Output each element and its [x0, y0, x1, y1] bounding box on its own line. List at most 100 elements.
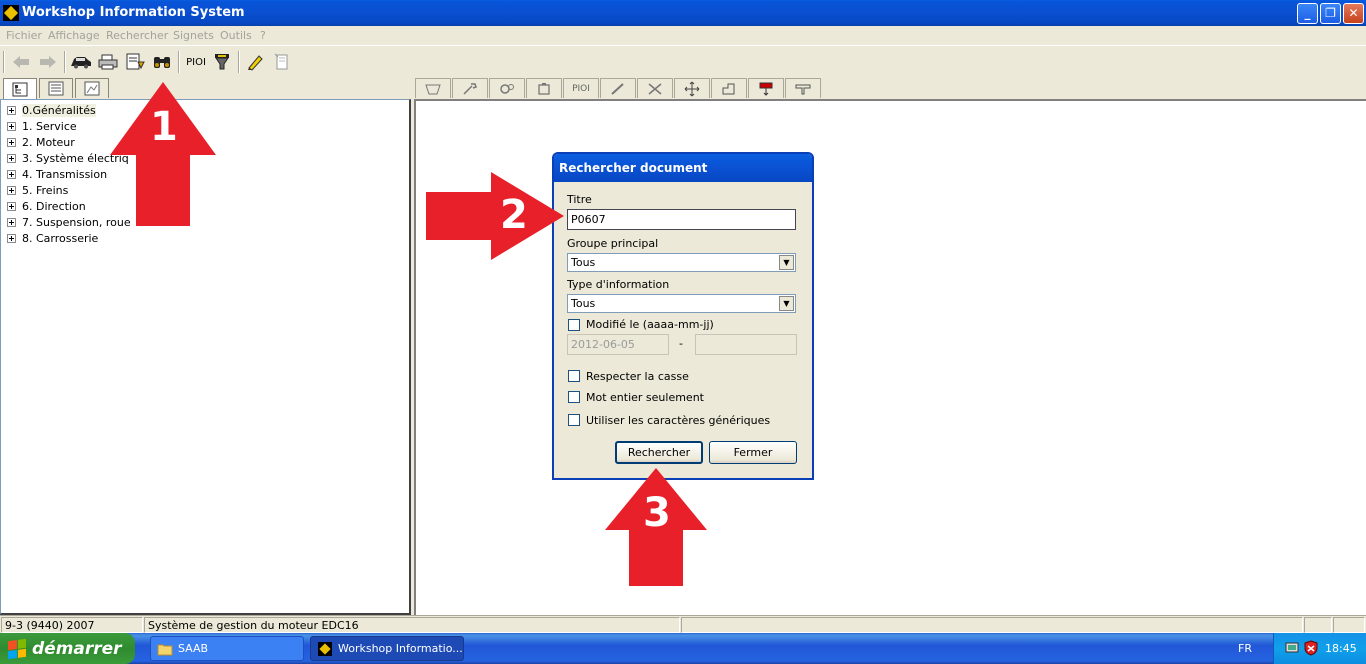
menu-signets[interactable]: Signets: [173, 29, 214, 42]
toolbar: PIOI: [0, 45, 1366, 77]
document-download-icon[interactable]: [124, 52, 146, 72]
annotation-number-3: 3: [643, 490, 671, 536]
expand-icon[interactable]: [7, 185, 16, 195]
tree-item-label: 1. Service: [22, 119, 77, 133]
expand-icon[interactable]: [7, 105, 16, 115]
pencil-icon[interactable]: [244, 52, 266, 72]
groupe-select[interactable]: Tous ▼: [567, 253, 796, 272]
annotation-arrow-up-1: [110, 82, 216, 226]
maximize-button[interactable]: ❐: [1320, 3, 1341, 24]
tree-item-label: 5. Freins: [22, 183, 69, 197]
type-label: Type d'information: [567, 278, 670, 291]
minimize-button[interactable]: _: [1297, 3, 1318, 24]
diagnostic-icon[interactable]: [748, 78, 784, 98]
status-cell-empty: [1333, 617, 1365, 633]
modifie-checkbox[interactable]: [568, 319, 580, 331]
expand-icon[interactable]: [7, 153, 16, 163]
dialog-title: Rechercher document: [554, 154, 812, 182]
menu-affichage[interactable]: Affichage: [48, 29, 100, 42]
annotation-number-2: 2: [500, 192, 528, 238]
image-view-icon: [84, 81, 100, 96]
expand-icon[interactable]: [7, 201, 16, 211]
close-button[interactable]: ✕: [1343, 3, 1364, 24]
binoculars-search-icon[interactable]: [151, 52, 173, 72]
tree-item-service[interactable]: 1. Service: [7, 118, 77, 134]
toolbar-separator: [178, 51, 180, 73]
print-icon[interactable]: [97, 52, 119, 72]
car-icon[interactable]: [70, 52, 92, 72]
tree-item-generalites[interactable]: 0.Généralités: [7, 102, 96, 118]
system-tray: 18:45: [1273, 633, 1366, 664]
clamp-icon[interactable]: [785, 78, 821, 98]
titre-label: Titre: [567, 193, 592, 206]
hand-icon[interactable]: [711, 78, 747, 98]
groupe-value: Tous: [571, 256, 596, 269]
expand-icon[interactable]: [7, 233, 16, 243]
status-cell-empty: [681, 617, 1303, 633]
tree-item-carrosserie[interactable]: 8. Carrosserie: [7, 230, 98, 246]
adjust-icon[interactable]: [637, 78, 673, 98]
tree-item-transmission[interactable]: 4. Transmission: [7, 166, 107, 182]
tree-item-freins[interactable]: 5. Freins: [7, 182, 68, 198]
app-icon: [3, 5, 19, 21]
status-system: Système de gestion du moteur EDC16: [144, 617, 680, 633]
list-view-icon: [48, 81, 64, 96]
menu-fichier[interactable]: Fichier: [6, 29, 42, 42]
dropdown-arrow-icon[interactable]: ▼: [779, 296, 794, 311]
back-arrow-icon[interactable]: [10, 52, 32, 72]
clock: 18:45: [1325, 642, 1357, 655]
menu-outils[interactable]: Outils: [220, 29, 252, 42]
tree-item-label: 4. Transmission: [22, 167, 108, 181]
fermer-button[interactable]: Fermer: [709, 441, 797, 464]
menu-help[interactable]: ?: [260, 29, 266, 42]
menu-rechercher[interactable]: Rechercher: [106, 29, 168, 42]
status-vehicle: 9-3 (9440) 2007: [1, 617, 143, 633]
security-shield-icon[interactable]: [1303, 640, 1319, 656]
forward-arrow-icon[interactable]: [37, 52, 59, 72]
tree-item-moteur[interactable]: 2. Moteur: [7, 134, 75, 150]
dropdown-arrow-icon[interactable]: ▼: [779, 255, 794, 270]
language-indicator[interactable]: FR: [1238, 642, 1252, 655]
document-edit-icon[interactable]: [271, 52, 293, 72]
network-icon[interactable]: [1284, 640, 1300, 656]
type-select[interactable]: Tous ▼: [567, 294, 796, 313]
toolbar-separator: [64, 51, 66, 73]
date-to-input[interactable]: [695, 334, 797, 355]
status-cell-empty: [1304, 617, 1332, 633]
generiques-checkbox[interactable]: [568, 414, 580, 426]
window-title: Workshop Information System: [22, 5, 245, 20]
pioi-button[interactable]: PIOI: [184, 52, 208, 72]
tree-item-label: 2. Moteur: [22, 135, 75, 149]
pioi-tab[interactable]: PIOI: [563, 78, 599, 98]
expand-icon[interactable]: [7, 217, 16, 227]
search-dialog: Rechercher document Titre P0607 Groupe p…: [552, 152, 814, 480]
titre-input[interactable]: P0607: [567, 209, 796, 230]
mot-entier-checkbox[interactable]: [568, 391, 580, 403]
date-from-input[interactable]: 2012-06-05: [567, 334, 669, 355]
filter-icon[interactable]: [211, 52, 233, 72]
tab-image-view[interactable]: [75, 78, 109, 98]
tools-icon[interactable]: [600, 78, 636, 98]
start-button[interactable]: démarrer: [0, 633, 135, 664]
tree-item-direction[interactable]: 6. Direction: [7, 198, 86, 214]
expand-icon[interactable]: [7, 137, 16, 147]
rechercher-button[interactable]: Rechercher: [615, 441, 703, 464]
task-saab[interactable]: SAAB: [150, 636, 304, 661]
expand-icon[interactable]: [7, 121, 16, 131]
respecter-checkbox[interactable]: [568, 370, 580, 382]
type-value: Tous: [571, 297, 596, 310]
wrench-icon[interactable]: [452, 78, 488, 98]
folder-icon: [157, 644, 173, 655]
status-bar: 9-3 (9440) 2007 Système de gestion du mo…: [0, 615, 1366, 633]
tree-view-icon: [12, 82, 28, 96]
task-workshop[interactable]: Workshop Informatio...: [310, 636, 464, 661]
gears-icon[interactable]: [489, 78, 525, 98]
engine-icon[interactable]: [526, 78, 562, 98]
start-label: démarrer: [32, 638, 122, 659]
tab-tree-view[interactable]: [3, 78, 37, 99]
body-icon[interactable]: [415, 78, 451, 98]
expand-icon[interactable]: [7, 169, 16, 179]
cross-arrows-icon[interactable]: [674, 78, 710, 98]
toolbar-separator: [3, 51, 5, 73]
tab-list-view[interactable]: [39, 78, 73, 98]
